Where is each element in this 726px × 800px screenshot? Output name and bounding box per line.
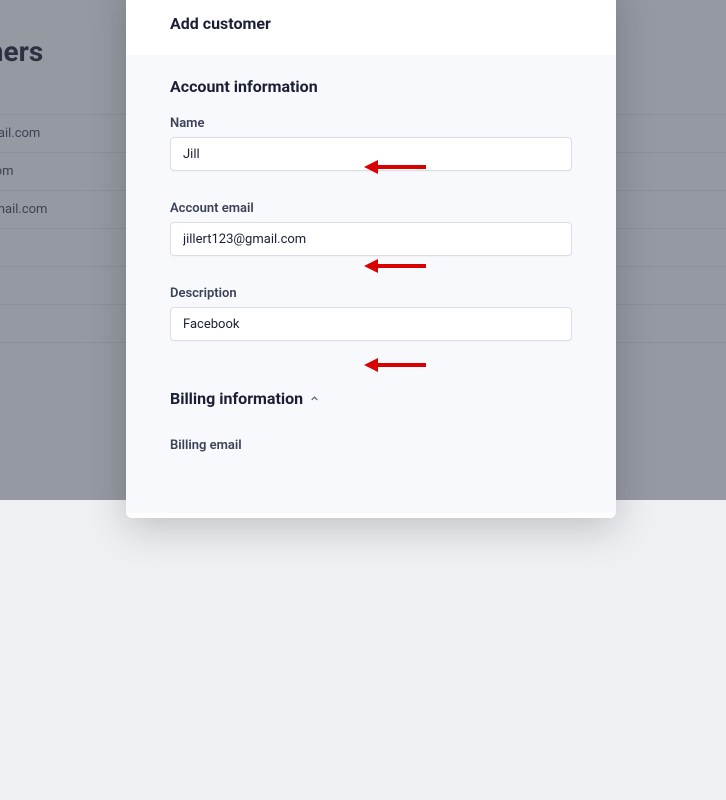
billing-email-label: Billing email (126, 420, 616, 457)
modal-title: Add customer (126, 0, 616, 55)
field-description: Description (126, 278, 616, 349)
field-name: Name (126, 108, 616, 179)
chevron-up-icon (309, 393, 320, 404)
modal-body[interactable]: Account information Name Account email D… (126, 55, 616, 513)
name-label: Name (170, 116, 572, 131)
name-input[interactable] (170, 137, 572, 171)
field-account-email: Account email (126, 193, 616, 264)
account-email-input[interactable] (170, 222, 572, 256)
description-input[interactable] (170, 307, 572, 341)
account-email-label: Account email (170, 201, 572, 216)
description-label: Description (170, 286, 572, 301)
add-customer-modal: Add customer Account information Name Ac… (126, 0, 616, 518)
section-account-info: Account information (126, 55, 616, 108)
section-billing-info[interactable]: Billing information (126, 367, 616, 420)
